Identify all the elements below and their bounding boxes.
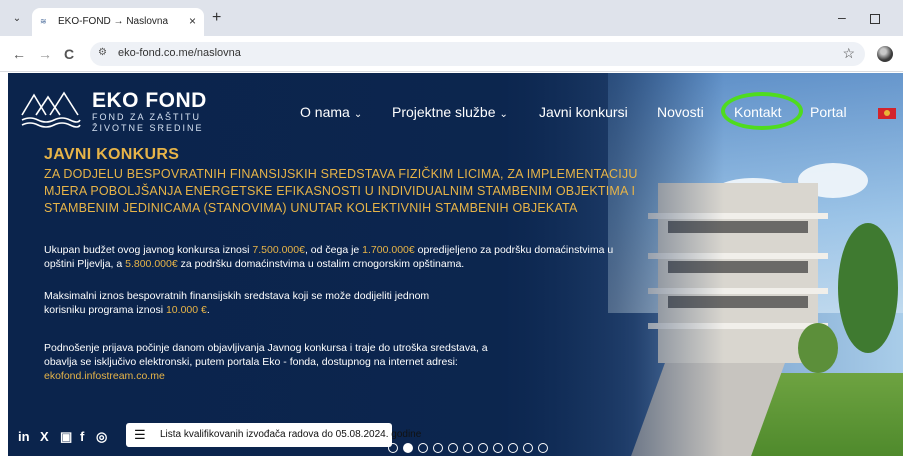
contractors-list-label: Lista kvalifikovanih izvođača radova do … [160,429,422,440]
youtube-icon[interactable]: ▣ [60,429,72,445]
nav-projektne-sluzbe[interactable]: Projektne službe ⌄ [392,104,508,120]
slider-dot[interactable] [523,443,533,453]
facebook-icon[interactable]: f [80,429,84,444]
slider-dot[interactable] [478,443,488,453]
site-settings-icon[interactable]: ⚙ [98,47,107,58]
maximize-button[interactable] [870,14,880,24]
highlight-amount: 1.700.000€ [362,244,415,256]
highlight-amount: 10.000 € [165,304,207,316]
nav-novosti[interactable]: Novosti [657,104,704,120]
portal-link[interactable]: ekofond.infostream.co.me [44,370,165,382]
logo-subtitle: ŽIVOTNE SREDINE [92,123,204,133]
slider-dot[interactable] [538,443,548,453]
tab-strip: ⌄ ≋ EKO-FOND → Naslovna × + – [0,0,903,36]
tab-search-chevron-icon[interactable]: ⌄ [8,10,26,28]
slider-dot[interactable] [403,443,413,453]
nav-javni-konkursi[interactable]: Javni konkursi [539,104,628,120]
slider-dot[interactable] [418,443,428,453]
slider-dot[interactable] [433,443,443,453]
url-field[interactable]: ⚙ eko-fond.co.me/naslovna ☆ [90,42,865,66]
minimize-button[interactable]: – [838,9,846,25]
url-text: eko-fond.co.me/naslovna [118,47,241,59]
address-bar: ← → C ⚙ eko-fond.co.me/naslovna ☆ [0,36,903,72]
text: , od čega je [304,244,363,256]
favicon-icon: ≋ [40,17,47,26]
text: . [206,304,210,316]
text: za podršku domaćinstvima u ostalim crnog… [177,258,465,270]
slider-dot[interactable] [448,443,458,453]
language-flag-icon[interactable] [878,108,896,119]
close-tab-icon[interactable]: × [189,14,196,28]
eko-fond-logo-icon[interactable] [20,89,82,129]
text: Ukupan budžet ovog javnog konkursa iznos… [44,244,253,256]
instagram-icon[interactable]: ◎ [96,429,107,445]
browser-tab[interactable]: ≋ EKO-FOND → Naslovna × [32,8,204,36]
x-twitter-icon[interactable]: X [40,429,49,444]
chevron-down-icon: ⌄ [353,109,363,120]
forward-icon[interactable]: → [38,46,52,62]
nav-label: O nama [300,104,350,120]
bookmark-star-icon[interactable]: ☆ [842,45,855,62]
linkedin-icon[interactable]: in [18,429,30,444]
slider-dot[interactable] [388,443,398,453]
new-tab-button[interactable]: + [212,10,221,26]
nav-portal[interactable]: Portal [810,104,847,120]
slider-dot[interactable] [463,443,473,453]
flag-emblem [884,110,890,116]
hero-banner: EKO FOND FOND ZA ZAŠTITU ŽIVOTNE SREDINE… [8,73,903,456]
budget-paragraph: Ukupan budžet ovog javnog konkursa iznos… [44,243,644,271]
highlight-amount: 5.800.000€ [125,258,178,270]
reload-icon[interactable]: C [64,46,74,62]
kontakt-highlight-circle [721,92,803,130]
max-amount-paragraph: Maksimalni iznos bespovratnih finansijsk… [44,289,464,317]
highlight-amount: 7.500.000€ [252,244,305,256]
contractors-list-button[interactable]: ☰ Lista kvalifikovanih izvođača radova d… [126,423,421,447]
tab-title: EKO-FOND → Naslovna [58,16,169,27]
text: Maksimalni iznos bespovratnih finansijsk… [44,290,430,316]
slider-dot[interactable] [508,443,518,453]
logo-title[interactable]: EKO FOND [92,89,207,113]
logo-subtitle: FOND ZA ZAŠTITU [92,112,202,122]
nav-label: Projektne službe [392,104,496,120]
text: Podnošenje prijava počinje danom objavlj… [44,342,488,368]
back-icon[interactable]: ← [12,46,26,62]
hero-subtitle: ZA DODJELU BESPOVRATNIH FINANSIJSKIH SRE… [44,167,638,215]
nav-o-nama[interactable]: O nama ⌄ [300,104,362,120]
hero-title: JAVNI KONKURS [44,146,180,163]
application-paragraph: Podnošenje prijava počinje danom objavlj… [44,341,504,383]
list-icon: ☰ [134,427,146,442]
chevron-down-icon: ⌄ [499,109,508,120]
profile-avatar[interactable] [877,46,893,62]
slider-dot[interactable] [493,443,503,453]
